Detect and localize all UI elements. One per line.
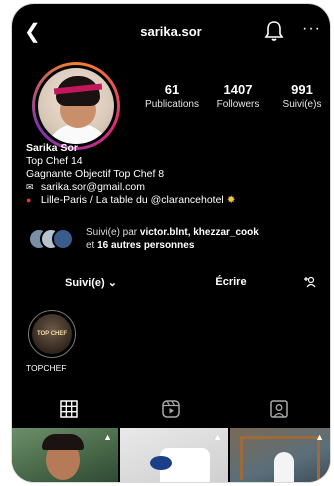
profile-stats: 61 Publications 1407 Followers 991 Suivi… bbox=[130, 82, 330, 122]
highlight-cover: TOP CHEF bbox=[32, 314, 72, 354]
pin-icon: ▲ bbox=[103, 432, 112, 442]
avatar-photo bbox=[38, 68, 114, 144]
envelope-icon: ✉ bbox=[26, 182, 34, 192]
story-highlight[interactable]: TOP CHEF TOPCHEF bbox=[26, 310, 86, 373]
more-horizontal-icon[interactable]: ··· bbox=[302, 20, 321, 38]
post-thumbnail[interactable]: ▲ bbox=[12, 428, 118, 482]
post-thumbnail[interactable]: ▲ bbox=[230, 428, 330, 482]
bio-email[interactable]: sarika.sor@gmail.com bbox=[41, 181, 145, 193]
followed-prefix: Suivi(e) par bbox=[86, 227, 140, 238]
followed-by-text: Suivi(e) par victor.blnt, khezzar_cook e… bbox=[86, 226, 259, 252]
top-bar: ❮ sarika.sor ··· bbox=[12, 16, 330, 52]
posts-grid: ▲ ▲ ▲ bbox=[12, 428, 330, 482]
bio-line: Top Chef 14 bbox=[26, 155, 83, 167]
pin-icon: ● bbox=[26, 195, 32, 205]
add-user-button[interactable] bbox=[300, 270, 320, 294]
profile-name: Sarika Sor bbox=[26, 142, 78, 154]
stat-followers[interactable]: 1407 Followers bbox=[210, 82, 266, 110]
reels-icon[interactable] bbox=[162, 400, 180, 418]
stat-value: 991 bbox=[291, 82, 313, 97]
stat-value: 61 bbox=[164, 82, 180, 97]
stat-label: Followers bbox=[216, 99, 260, 110]
stat-label: Suivi(e)s bbox=[282, 99, 322, 110]
followed-suffix: et bbox=[86, 240, 98, 251]
followed-by[interactable]: Suivi(e) par victor.blnt, khezzar_cook e… bbox=[28, 226, 328, 254]
profile-bio: Sarika Sor Top Chef 14 Gagnante Objectif… bbox=[26, 142, 326, 207]
post-thumbnail[interactable]: ▲ bbox=[120, 428, 228, 482]
profile-tabs bbox=[12, 396, 330, 422]
message-button[interactable]: Écrire bbox=[166, 270, 296, 294]
followed-names: victor.blnt, khezzar_cook bbox=[139, 227, 259, 238]
grid-icon[interactable] bbox=[60, 400, 78, 418]
pin-icon: ▲ bbox=[213, 432, 222, 442]
stat-value: 1407 bbox=[223, 82, 253, 97]
bio-line: Gagnante Objectif Top Chef 8 bbox=[26, 168, 165, 180]
stat-label: Publications bbox=[145, 99, 199, 110]
profile-actions: Suivi(e) ⌄ Écrire bbox=[26, 270, 320, 294]
followed-others: 16 autres personnes bbox=[97, 240, 195, 251]
bell-icon[interactable] bbox=[264, 20, 284, 42]
bio-location-row: ● Lille-Paris / La table du @clarancehot… bbox=[26, 194, 326, 207]
add-user-icon bbox=[304, 276, 316, 288]
sparkle-icon: ✸ bbox=[226, 194, 236, 206]
profile-screen: ❮ sarika.sor ··· 61 Publications 1407 Fo… bbox=[12, 4, 330, 482]
following-button[interactable]: Suivi(e) ⌄ bbox=[26, 270, 156, 294]
stat-publications[interactable]: 61 Publications bbox=[144, 82, 200, 110]
stat-following[interactable]: 991 Suivi(e)s bbox=[276, 82, 328, 110]
profile-avatar[interactable] bbox=[32, 62, 120, 150]
pin-icon: ▲ bbox=[315, 432, 324, 442]
bio-location[interactable]: Lille-Paris / La table du @clarancehotel bbox=[41, 194, 224, 206]
avatar bbox=[52, 228, 74, 250]
tagged-icon[interactable] bbox=[270, 400, 288, 418]
bio-email-row: ✉ sarika.sor@gmail.com bbox=[26, 181, 326, 194]
highlight-label: TOPCHEF bbox=[26, 363, 67, 373]
